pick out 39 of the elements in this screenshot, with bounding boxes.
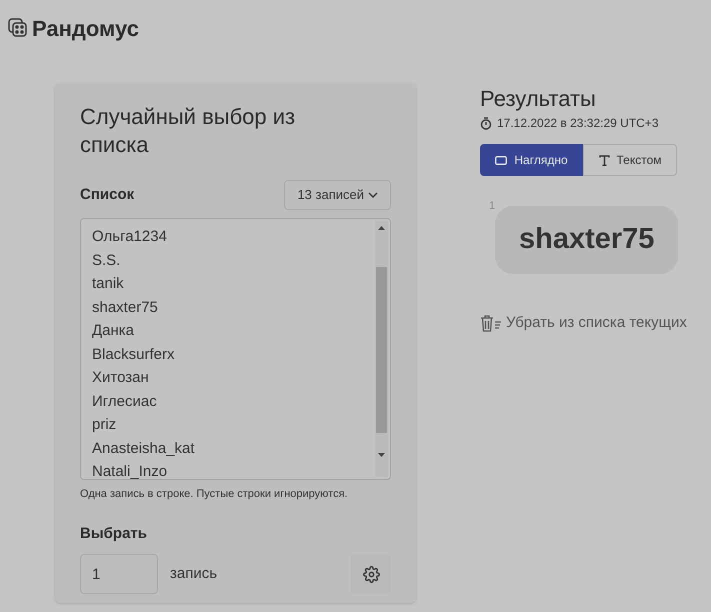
- view-tab[interactable]: Текстом: [583, 144, 677, 176]
- list-hint: Одна запись в строке. Пустые строки игнорируются.: [80, 487, 349, 502]
- scrollbar[interactable]: [375, 221, 388, 477]
- settings-icon: [362, 566, 380, 582]
- result-timestamp: 17.12.2022 в 23:32:29 UTC+3: [497, 115, 658, 132]
- list-entry: Blacksurferx: [92, 344, 175, 364]
- unit-label: запись: [170, 564, 218, 584]
- app-title: Рандомус: [32, 14, 139, 43]
- scrollbar-thumb[interactable]: [376, 267, 387, 433]
- form-heading: Случайный выбор из списка: [80, 103, 296, 159]
- list-label: Список: [80, 184, 134, 205]
- list-entry: Данка: [92, 321, 134, 341]
- list-entry: Иглесиас: [92, 392, 157, 412]
- trash-icon: [480, 314, 502, 332]
- scroll-down-icon[interactable]: [378, 453, 385, 457]
- list-entry: Ольга1234: [92, 227, 167, 247]
- dice-icon: [8, 18, 28, 38]
- list-entry: tanik: [92, 274, 124, 294]
- list-entry: S.S.: [92, 250, 120, 270]
- remove-link[interactable]: Убрать из списка текущих: [480, 312, 711, 334]
- list-entry: priz: [92, 415, 116, 435]
- list-entry: Natali_Inzo: [92, 462, 168, 479]
- count-input[interactable]: 1: [80, 554, 158, 594]
- list-entry: Anasteisha_kat: [92, 438, 195, 458]
- result-index: 1: [489, 199, 496, 214]
- rectangle-icon: [495, 156, 508, 164]
- list-entry: shaxter75: [92, 298, 158, 318]
- chevron-down-icon: [368, 192, 378, 198]
- scroll-up-icon[interactable]: [378, 226, 385, 230]
- stopwatch-icon: [480, 116, 492, 130]
- pick-label: Выбрать: [80, 524, 148, 544]
- list-field[interactable]: Ольга1234 S.S. tanik shaxter75 Данка Blacksurferx Хитозан Иглесиас priz Anasteisha_kat Natali_Inzo: [80, 218, 391, 480]
- view-tab[interactable]: Наглядно: [480, 144, 583, 176]
- winner-card: shaxter75: [495, 206, 678, 274]
- text-icon: [598, 154, 610, 166]
- list-entry: Хитозан: [92, 368, 149, 388]
- count-dropdown[interactable]: 13 записей: [284, 180, 391, 210]
- settings-button[interactable]: [351, 554, 391, 594]
- results-heading: Результаты: [480, 85, 597, 113]
